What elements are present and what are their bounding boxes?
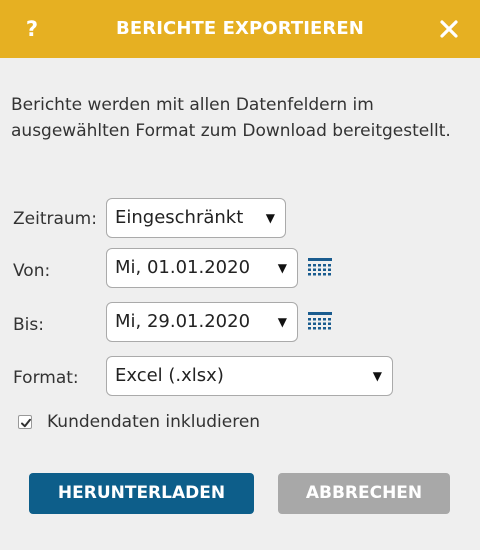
export-dialog: ? BERICHTE EXPORTIEREN Berichte werden m… <box>0 0 480 550</box>
chevron-down-icon: ▼ <box>265 211 275 225</box>
bis-value: Mi, 29.01.2020 <box>115 311 251 332</box>
dialog-header: ? BERICHTE EXPORTIEREN <box>0 0 480 58</box>
calendar-icon[interactable] <box>307 311 333 333</box>
chevron-down-icon: ▼ <box>372 369 382 383</box>
close-icon <box>440 20 458 38</box>
von-label: Von: <box>13 261 51 281</box>
close-button[interactable] <box>438 16 460 42</box>
bis-date-select[interactable]: Mi, 29.01.2020 ▼ <box>106 302 298 342</box>
calendar-icon[interactable] <box>307 257 333 279</box>
format-label: Format: <box>13 368 79 388</box>
checkmark-icon <box>21 418 31 428</box>
dialog-title: BERICHTE EXPORTIEREN <box>116 18 364 39</box>
bis-label: Bis: <box>13 315 44 335</box>
intro-text: Berichte werden mit allen Datenfeldern i… <box>11 95 451 141</box>
zeitraum-value: Eingeschränkt <box>115 207 244 228</box>
zeitraum-select[interactable]: Eingeschränkt ▼ <box>106 198 286 238</box>
zeitraum-label: Zeitraum: <box>13 209 97 229</box>
customer-data-checkbox[interactable] <box>18 415 32 429</box>
cancel-button[interactable]: ABBRECHEN <box>278 473 450 514</box>
von-date-select[interactable]: Mi, 01.01.2020 ▼ <box>106 248 298 288</box>
chevron-down-icon: ▼ <box>277 261 287 275</box>
customer-data-label[interactable]: Kundendaten inkludieren <box>47 410 260 434</box>
format-select[interactable]: Excel (.xlsx) ▼ <box>106 356 393 396</box>
chevron-down-icon: ▼ <box>277 315 287 329</box>
von-value: Mi, 01.01.2020 <box>115 257 251 278</box>
format-value: Excel (.xlsx) <box>115 365 224 386</box>
download-button[interactable]: HERUNTERLADEN <box>29 473 254 514</box>
